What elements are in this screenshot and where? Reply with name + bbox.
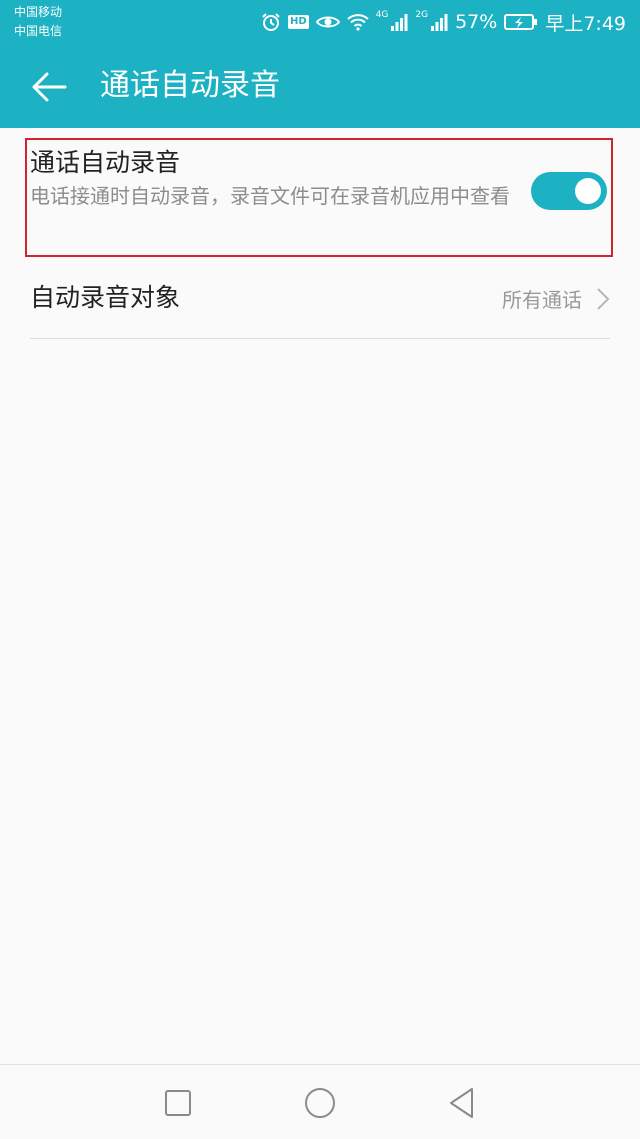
status-icons: HD 4G 2G 57% 早上7:49 bbox=[261, 9, 626, 35]
signal-icon bbox=[430, 13, 448, 31]
home-circle-icon bbox=[305, 1088, 335, 1118]
navigation-bar bbox=[0, 1064, 640, 1139]
back-button[interactable] bbox=[26, 64, 72, 110]
alarm-icon bbox=[261, 12, 281, 32]
chevron-right-icon bbox=[597, 288, 610, 310]
carrier-primary: 中国移动 bbox=[14, 5, 63, 19]
home-button[interactable] bbox=[298, 1081, 342, 1125]
signal-icon bbox=[390, 13, 408, 31]
auto-record-setting: 通话自动录音 电话接通时自动录音，录音文件可在录音机应用中查看 bbox=[28, 140, 612, 256]
record-target-setting[interactable]: 自动录音对象 所有通话 bbox=[0, 262, 640, 338]
recents-square-icon bbox=[165, 1090, 191, 1116]
battery-charging-icon bbox=[504, 13, 538, 31]
network-type-1: 4G bbox=[375, 10, 389, 20]
auto-record-description: 电话接通时自动录音，录音文件可在录音机应用中查看 bbox=[30, 184, 510, 208]
record-target-value: 所有通话 bbox=[502, 288, 582, 312]
arrow-left-icon bbox=[32, 72, 67, 102]
battery-percent: 57% bbox=[455, 11, 498, 33]
eye-comfort-icon bbox=[315, 14, 340, 30]
app-bar: 通话自动录音 bbox=[0, 44, 640, 128]
hd-icon: HD bbox=[288, 15, 309, 29]
divider bbox=[30, 338, 610, 339]
auto-record-toggle[interactable] bbox=[531, 172, 607, 210]
carrier-secondary: 中国电信 bbox=[14, 24, 63, 38]
back-triangle-icon bbox=[450, 1088, 473, 1118]
record-target-label: 自动录音对象 bbox=[30, 283, 181, 312]
network-type-2: 2G bbox=[415, 10, 429, 20]
auto-record-title: 通话自动录音 bbox=[30, 148, 181, 177]
back-nav-button[interactable] bbox=[440, 1081, 484, 1125]
wifi-icon bbox=[347, 13, 369, 31]
carrier-info: 中国移动 中国电信 bbox=[14, 3, 62, 41]
toggle-knob bbox=[575, 178, 601, 204]
status-bar: 中国移动 中国电信 HD 4G 2G 57% 早上7:49 bbox=[0, 0, 640, 44]
page-title: 通话自动录音 bbox=[100, 68, 280, 103]
recents-button[interactable] bbox=[156, 1081, 200, 1125]
clock: 早上7:49 bbox=[545, 12, 626, 35]
